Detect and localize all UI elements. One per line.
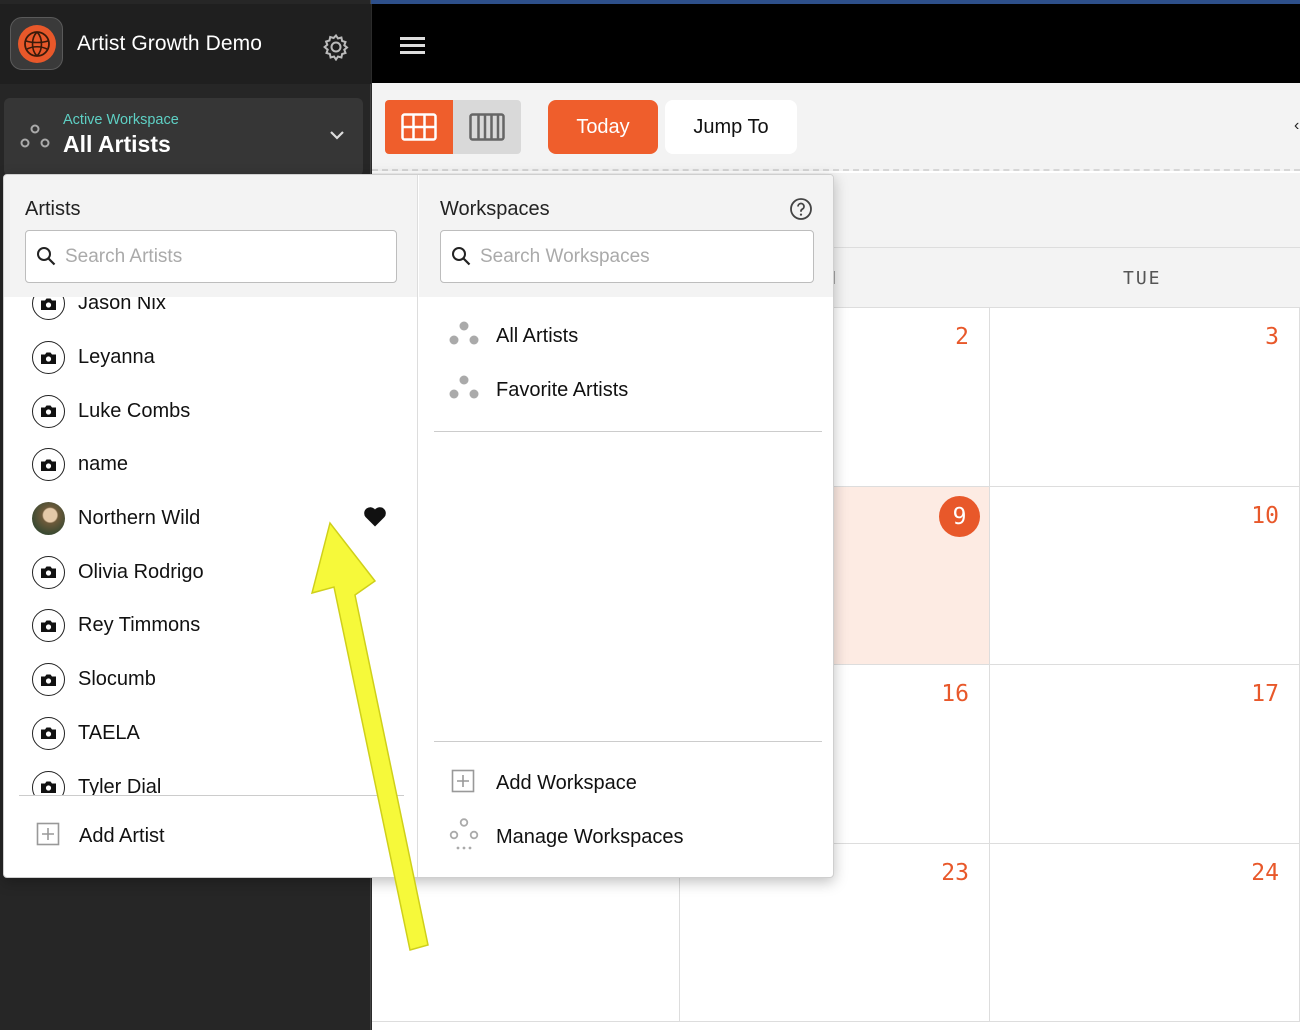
artists-pane-header: Artists	[4, 175, 417, 297]
day-number: 23	[941, 860, 969, 886]
artist-name: name	[78, 453, 129, 476]
workspaces-pane-header: Workspaces	[419, 175, 833, 297]
plus-square-icon	[36, 822, 60, 851]
workspace-caption: Active Workspace	[63, 112, 179, 128]
camera-icon	[32, 716, 65, 750]
artist-growth-logo-icon	[17, 24, 56, 63]
workspaces-pane: Workspaces All Artists Favorite Artists	[419, 175, 833, 877]
jump-to-button[interactable]: Jump To	[665, 100, 797, 154]
calendar-cell[interactable]: 24	[990, 844, 1300, 1022]
list-item[interactable]: Northern Wild	[4, 492, 418, 546]
artist-list[interactable]: Jason Nix Leyanna Luke Combs name Northe…	[4, 297, 418, 795]
active-workspace-name: All Artists	[63, 131, 171, 157]
artist-name: Northern Wild	[78, 507, 201, 530]
workspace-dropdown: Artists Jason Nix Leyanna	[3, 174, 834, 878]
help-icon[interactable]	[789, 197, 813, 226]
camera-icon	[32, 341, 65, 375]
grid-icon	[401, 113, 437, 141]
menu-icon[interactable]	[400, 37, 425, 58]
app-title: Artist Growth Demo	[77, 32, 263, 55]
artist-name: TAELA	[78, 721, 140, 744]
list-item[interactable]: Luke Combs	[4, 384, 418, 438]
main-topbar	[372, 4, 1300, 83]
artist-name: Slocumb	[78, 668, 156, 691]
manage-workspaces-label: Manage Workspaces	[496, 825, 684, 848]
add-workspace-label: Add Workspace	[496, 771, 637, 794]
artist-name: Leyanna	[78, 346, 155, 369]
artists-title: Artists	[25, 198, 81, 220]
add-artist-label: Add Artist	[79, 824, 165, 847]
brand-header: Artist Growth Demo	[0, 4, 371, 84]
artists-pane: Artists Jason Nix Leyanna	[4, 175, 418, 877]
day-number: 2	[955, 324, 969, 350]
divider	[434, 431, 822, 432]
day-number: 3	[1265, 324, 1279, 350]
day-number: 16	[941, 681, 969, 707]
list-item[interactable]: Jason Nix	[4, 297, 418, 331]
chevron-down-icon	[328, 126, 346, 149]
today-button[interactable]: Today	[548, 100, 658, 154]
workspace-list: All Artists Favorite Artists	[419, 309, 833, 417]
today-badge: 9	[939, 496, 980, 537]
day-number: 10	[1251, 503, 1279, 529]
divider	[434, 741, 822, 742]
workspaces-title: Workspaces	[440, 198, 550, 220]
plus-square-icon	[451, 769, 475, 798]
artist-avatar-photo	[32, 502, 65, 536]
search-icon	[36, 246, 56, 271]
search-workspaces-input[interactable]	[480, 243, 780, 271]
camera-icon	[32, 663, 65, 697]
camera-icon	[32, 448, 65, 482]
list-item[interactable]: Leyanna	[4, 331, 418, 385]
artist-name: Tyler Dial	[78, 775, 162, 795]
workspace-dots-icon	[449, 321, 479, 352]
camera-icon	[32, 297, 65, 321]
search-icon	[451, 246, 471, 271]
manage-workspaces-button[interactable]: Manage Workspaces	[419, 810, 833, 864]
calendar-cell[interactable]: 10	[990, 487, 1300, 665]
day-number: 24	[1251, 860, 1279, 886]
weekday-label: TUE	[1123, 268, 1162, 289]
calendar-cell[interactable]: 17	[990, 665, 1300, 844]
workspace-name: All Artists	[496, 324, 579, 347]
calendar-cell[interactable]: 3	[990, 308, 1300, 487]
artist-name: Jason Nix	[78, 297, 166, 315]
month-view-button[interactable]	[385, 100, 453, 154]
day-number: 17	[1251, 681, 1279, 707]
calendar-toolbar: Today Jump To ‹	[372, 83, 1300, 171]
workspaces-search-field[interactable]	[440, 230, 814, 283]
list-item[interactable]: Olivia Rodrigo	[4, 545, 418, 599]
camera-icon	[32, 394, 65, 428]
list-item[interactable]: Slocumb	[4, 653, 418, 707]
workspace-item[interactable]: All Artists	[419, 309, 833, 363]
chevron-left-icon[interactable]: ‹	[1294, 117, 1299, 135]
list-item[interactable]: name	[4, 438, 418, 492]
list-item[interactable]: TAELA	[4, 707, 418, 761]
list-item[interactable]: Tyler Dial	[4, 760, 418, 795]
artist-name: Luke Combs	[78, 399, 191, 422]
heart-icon[interactable]	[363, 506, 387, 532]
columns-icon	[469, 113, 505, 141]
camera-icon	[32, 770, 65, 795]
artists-search-field[interactable]	[25, 230, 397, 283]
add-artist-button[interactable]: Add Artist	[4, 809, 417, 863]
camera-icon	[32, 609, 65, 643]
artist-name: Olivia Rodrigo	[78, 560, 204, 583]
workspace-name: Favorite Artists	[496, 378, 629, 401]
workspace-item[interactable]: Favorite Artists	[419, 363, 833, 417]
add-workspace-button[interactable]: Add Workspace	[419, 756, 833, 810]
gear-icon[interactable]	[321, 32, 351, 62]
workspace-dots-icon	[449, 375, 479, 406]
artist-list-content: Jason Nix Leyanna Luke Combs name Northe…	[4, 297, 418, 795]
search-artists-input[interactable]	[65, 243, 365, 271]
artist-name: Rey Timmons	[78, 614, 201, 637]
workspace-switcher[interactable]: Active Workspace All Artists	[4, 98, 363, 176]
app-logo[interactable]	[10, 17, 63, 70]
week-view-button[interactable]	[453, 100, 521, 154]
list-item[interactable]: Rey Timmons	[4, 599, 418, 653]
manage-workspaces-icon	[449, 817, 479, 857]
divider	[19, 795, 404, 796]
workspace-dots-icon	[20, 124, 50, 155]
camera-icon	[32, 555, 65, 589]
